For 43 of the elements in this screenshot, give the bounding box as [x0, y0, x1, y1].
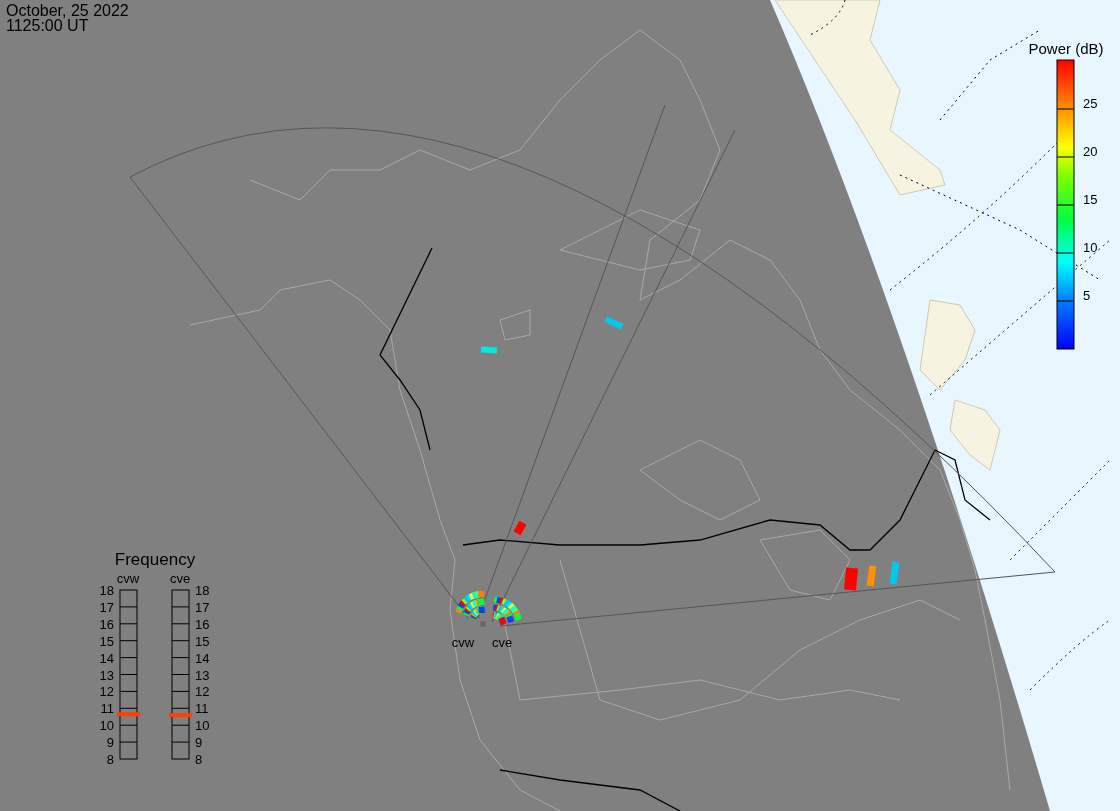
echo-patch	[889, 561, 900, 585]
frequency-tick-label: 11	[195, 701, 209, 717]
frequency-tick-label: 13	[99, 667, 114, 683]
colorbar-tick-label: 25	[1083, 96, 1098, 111]
echo-patch	[844, 567, 858, 591]
time-label: 1125:00 UT	[6, 17, 89, 34]
frequency-tick-label: 10	[195, 718, 210, 734]
radar-name: cve	[169, 571, 191, 586]
frequency-tick-label: 18	[195, 583, 210, 598]
backscatter-cluster-drawing	[455, 590, 522, 626]
frequency-tick-label: 8	[106, 752, 114, 767]
frequency-tick-label: 9	[106, 735, 114, 751]
frequency-tick-label: 13	[195, 667, 210, 683]
frequency-tick-label: 15	[99, 633, 114, 649]
echo-patch	[604, 316, 624, 330]
frequency-tick-label: 12	[99, 684, 114, 700]
frequency-tick-label: 10	[99, 718, 114, 734]
frequency-tick-label: 17	[195, 599, 210, 615]
frequency-tick-label: 17	[99, 599, 114, 615]
colorbar-tick-label: 5	[1083, 288, 1091, 303]
frequency-tick-label: 8	[195, 752, 203, 767]
radar-site-marker	[480, 621, 486, 627]
echo-patch	[480, 346, 498, 354]
panel-title: Frequency	[114, 550, 196, 569]
echo-patch	[866, 565, 877, 587]
frequency-tick-label: 15	[195, 633, 210, 649]
frequency-tick-label: 9	[195, 735, 203, 751]
frequency-tick-label: 16	[195, 616, 210, 632]
radar-name: cvw	[116, 571, 140, 586]
echo-patch	[513, 520, 527, 536]
frequency-tick-label: 18	[99, 583, 114, 598]
colorbar-title: Power (dB)	[1028, 40, 1104, 57]
frequency-tick-label: 11	[100, 701, 114, 717]
colorbar-tick-label: 20	[1083, 144, 1098, 159]
date-label: October, 25 2022	[6, 2, 129, 19]
colorbar-tick-label: 10	[1083, 240, 1098, 255]
frequency-tick-label: 14	[195, 650, 210, 666]
frequency-tick-label: 14	[99, 650, 114, 666]
colorbar-tick-label: 15	[1083, 192, 1098, 207]
frequency-tick-label: 12	[195, 684, 210, 700]
radar-label: cve	[491, 635, 513, 650]
frequency-tick-label: 16	[99, 616, 114, 632]
radar-label: cvw	[451, 635, 475, 650]
